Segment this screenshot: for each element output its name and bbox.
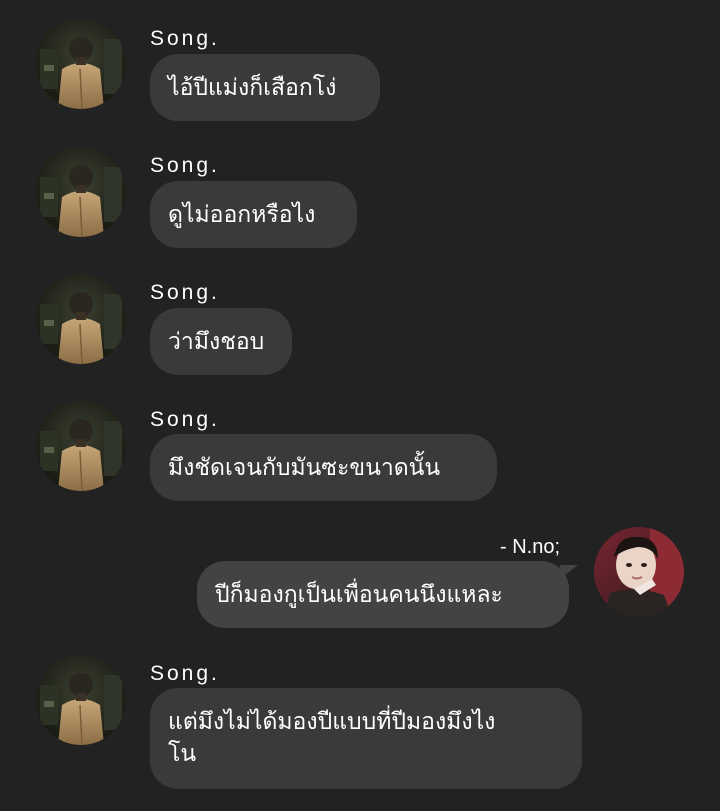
song-avatar[interactable] [36,274,126,364]
message-bubble[interactable]: ดูไม่ออกหรือไง [150,181,357,248]
sender-name: Song. [150,408,220,431]
message-bubble[interactable]: ไอ้ปีแม่งก็เสือกโง่ [150,54,380,121]
sender-name: - N.no; [500,536,561,558]
sender-name: Song. [150,27,220,50]
sender-name: Song. [150,281,220,304]
sender-name: Song. [150,154,220,177]
song-avatar[interactable] [36,19,126,109]
message-line: โน [168,741,197,767]
message-bubble[interactable]: ปีก็มองกูเป็นเพื่อนคนนึงแหละ [197,561,569,628]
message-bubble[interactable]: แต่มึงไม่ได้มองปีแบบที่ปีมองมึงไง โน [150,688,582,789]
message-bubble[interactable]: ว่ามึงชอบ [150,308,292,375]
bubble-tail [560,565,578,579]
sender-name: Song. [150,662,220,685]
nno-avatar[interactable] [594,527,684,617]
song-avatar[interactable] [36,655,126,745]
song-avatar[interactable] [36,147,126,237]
song-avatar[interactable] [36,401,126,491]
message-line: แต่มึงไม่ได้มองปีแบบที่ปีมองมึงไง [168,709,496,735]
message-bubble[interactable]: มึงชัดเจนกับมันซะขนาดนั้น [150,434,497,501]
